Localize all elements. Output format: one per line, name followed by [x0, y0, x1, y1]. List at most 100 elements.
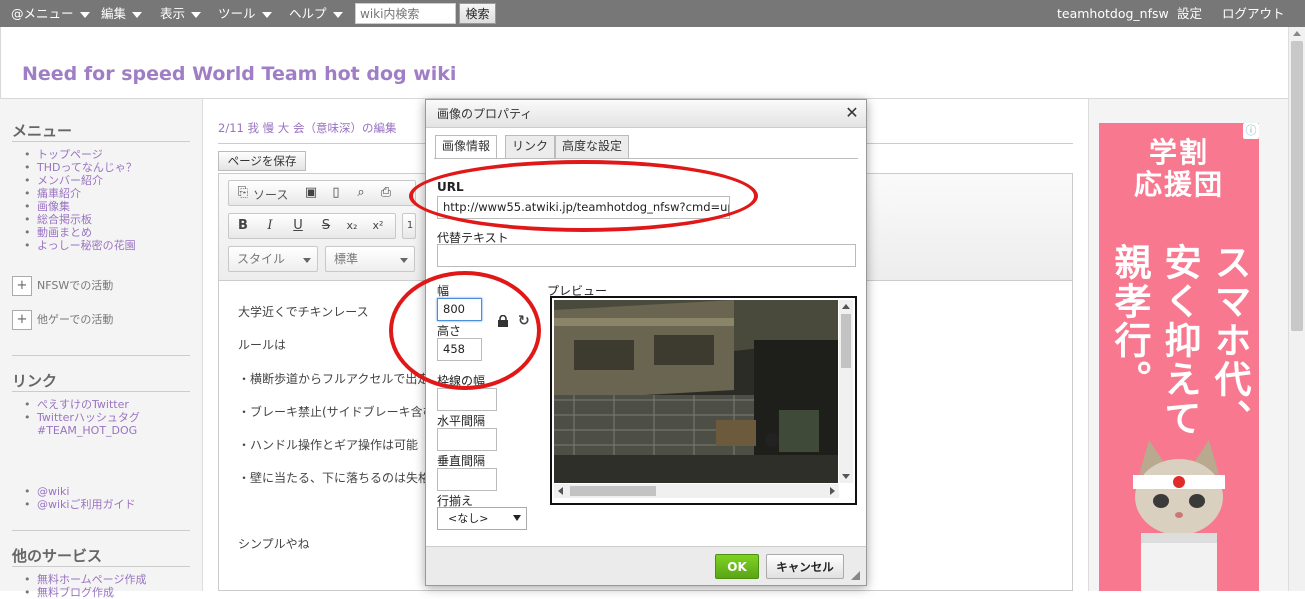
save-page-button[interactable]: ページを保存 — [218, 151, 306, 171]
url-input[interactable]: http://www55.atwiki.jp/teamhotdog_nfsw?c… — [437, 196, 730, 219]
content-line[interactable]: シンプルやね — [238, 535, 310, 552]
content-line[interactable]: ・ハンドル操作とギア操作は可能 — [238, 436, 418, 453]
scroll-right-arrow-icon[interactable] — [830, 487, 835, 495]
sidebar-item-top[interactable]: トップページ — [24, 148, 137, 161]
sidebar-item-garden[interactable]: よっしー秘密の花園 — [24, 239, 137, 252]
sidebar-item-gallery[interactable]: 画像集 — [24, 200, 137, 213]
new-page-icon[interactable]: ▯ — [327, 185, 345, 201]
height-input[interactable]: 458 — [437, 338, 482, 361]
sidebar-menu-heading: メニュー — [12, 122, 73, 140]
menu-atwiki[interactable]: @メニュー — [11, 0, 90, 27]
page-breadcrumb: 2/11 我 慢 大 会（意味深）の編集 — [218, 121, 397, 135]
scroll-left-arrow-icon[interactable] — [558, 487, 563, 495]
strike-icon[interactable]: S — [317, 218, 335, 234]
source-button[interactable]: ソース — [253, 186, 288, 203]
style-combo-label: スタイル — [237, 252, 286, 266]
resize-grip-icon[interactable] — [851, 571, 860, 580]
sidebar-link-atwiki[interactable]: @wiki — [24, 485, 135, 498]
search-button[interactable]: 検索 — [459, 3, 496, 24]
superscript-icon[interactable]: x² — [369, 218, 387, 234]
toolbar-group-document: ⎘ ソース ▣ ▯ ⌕ ⎙ — [228, 180, 416, 206]
border-input[interactable] — [437, 388, 497, 411]
menu-help[interactable]: ヘルプ — [289, 0, 343, 27]
image-preview — [550, 296, 857, 505]
collapsible-othergames-label[interactable]: 他ゲーでの活動 — [37, 311, 113, 327]
expand-othergames-button[interactable]: + — [12, 310, 32, 330]
tab-divider — [434, 158, 858, 159]
reset-size-icon[interactable]: ↻ — [518, 314, 532, 328]
width-input[interactable]: 800 — [437, 298, 482, 321]
advertisement-banner[interactable]: 学割 応援団 スマホ代、 安く抑えて 親孝行。 — [1099, 123, 1259, 591]
menu-view[interactable]: 表示 — [160, 0, 202, 27]
underline-icon[interactable]: U — [289, 218, 307, 234]
content-line[interactable]: 大学近くでチキンレース — [238, 303, 369, 320]
sidebar-divider — [12, 141, 190, 142]
chevron-down-icon — [261, 11, 272, 18]
sidebar-services-heading: 他のサービス — [12, 547, 103, 565]
wiki-search-input[interactable] — [355, 3, 456, 24]
scroll-down-arrow-icon[interactable] — [842, 474, 850, 479]
subscript-icon[interactable]: x₂ — [343, 218, 361, 234]
horizontal-scroll-thumb[interactable] — [570, 486, 656, 496]
content-line[interactable]: ルールは — [238, 336, 286, 353]
menu-edit[interactable]: 編集 — [101, 0, 143, 27]
logout-link[interactable]: ログアウト — [1222, 0, 1285, 27]
site-title[interactable]: Need for speed World Team hot dog wiki — [22, 63, 456, 85]
preview-horizontal-scrollbar[interactable] — [554, 484, 839, 498]
preview-vertical-scrollbar[interactable] — [839, 300, 853, 483]
settings-link[interactable]: 設定 — [1177, 0, 1202, 27]
format-combo[interactable]: 標準 — [325, 246, 415, 272]
sidebar-service-homepage[interactable]: 無料ホームページ作成 — [24, 573, 146, 586]
collapsible-nfsw-label[interactable]: NFSWでの活動 — [37, 277, 113, 293]
page-scrollbar[interactable] — [1288, 27, 1305, 591]
sidebar-link-hashtag[interactable]: Twitterハッシュタグ#TEAM_HOT_DOG — [24, 411, 140, 437]
sidebar-item-about[interactable]: THDってなんじゃ？ — [24, 161, 137, 174]
tab-image-info[interactable]: 画像情報 — [435, 135, 498, 159]
border-label: 枠線の幅 — [437, 374, 486, 388]
save-icon[interactable]: ▣ — [302, 185, 320, 201]
sidebar-item-itasha[interactable]: 痛車紹介 — [24, 187, 137, 200]
ad-headline: 学割 応援団 — [1099, 137, 1259, 201]
cancel-button[interactable]: キャンセル — [766, 554, 844, 579]
menu-tools[interactable]: ツール — [218, 0, 272, 27]
content-line[interactable]: ・壁に当たる、下に落ちるのは失格 — [238, 469, 430, 486]
sidebar-service-blog[interactable]: 無料ブログ作成 — [24, 586, 146, 599]
style-combo[interactable]: スタイル — [228, 246, 318, 272]
hspace-input[interactable] — [437, 428, 497, 451]
height-label: 高さ — [437, 324, 462, 338]
content-line[interactable]: ・横断歩道からフルアクセルで出走 — [238, 370, 429, 387]
sidebar-item-members[interactable]: メンバー紹介 — [24, 174, 137, 187]
sidebar-item-videos[interactable]: 動画まとめ — [24, 226, 137, 239]
toolbar-group-format: B I U S x₂ x² — [228, 213, 396, 239]
sidebar-link-twitter[interactable]: ぺえすけのTwitter — [24, 398, 140, 411]
align-select-value: <なし> — [448, 512, 489, 525]
ok-button[interactable]: OK — [715, 554, 759, 579]
lock-icon[interactable] — [497, 315, 509, 327]
align-select[interactable]: <なし> — [437, 507, 527, 530]
sidebar-services-list: 無料ホームページ作成 無料ブログ作成 — [24, 573, 146, 599]
tab-link[interactable]: リンク — [505, 135, 556, 158]
sidebar-divider — [12, 530, 190, 531]
content-line[interactable]: ・ブレーキ禁止(サイドブレーキ含む) — [238, 403, 439, 420]
ad-info-icon[interactable]: ⓘ — [1243, 123, 1259, 139]
vspace-input[interactable] — [437, 468, 497, 491]
scrollbar-thumb[interactable] — [1291, 41, 1303, 331]
user-link[interactable]: teamhotdog_nfsw — [1057, 0, 1169, 27]
bold-icon[interactable]: B — [234, 218, 252, 234]
sidebar-link-guide[interactable]: @wikiご利用ガイド — [24, 498, 135, 511]
scroll-up-arrow-icon[interactable] — [1293, 31, 1301, 36]
sidebar-item-bbs[interactable]: 総合掲示板 — [24, 213, 137, 226]
tab-advanced[interactable]: 高度な設定 — [555, 135, 630, 158]
preview-image — [554, 300, 838, 483]
expand-nfsw-button[interactable]: + — [12, 276, 32, 296]
numbered-list-icon[interactable]: 1 — [401, 218, 419, 234]
preview-icon[interactable]: ⌕ — [352, 185, 370, 201]
close-icon[interactable]: ✕ — [844, 105, 860, 121]
alt-text-input[interactable] — [437, 244, 856, 267]
italic-icon[interactable]: I — [261, 218, 279, 234]
sidebar-divider — [12, 355, 190, 356]
scroll-up-arrow-icon[interactable] — [842, 304, 850, 309]
vertical-scroll-thumb[interactable] — [841, 314, 851, 368]
menu-view-label: 表示 — [160, 6, 186, 21]
print-icon[interactable]: ⎙ — [377, 185, 395, 201]
